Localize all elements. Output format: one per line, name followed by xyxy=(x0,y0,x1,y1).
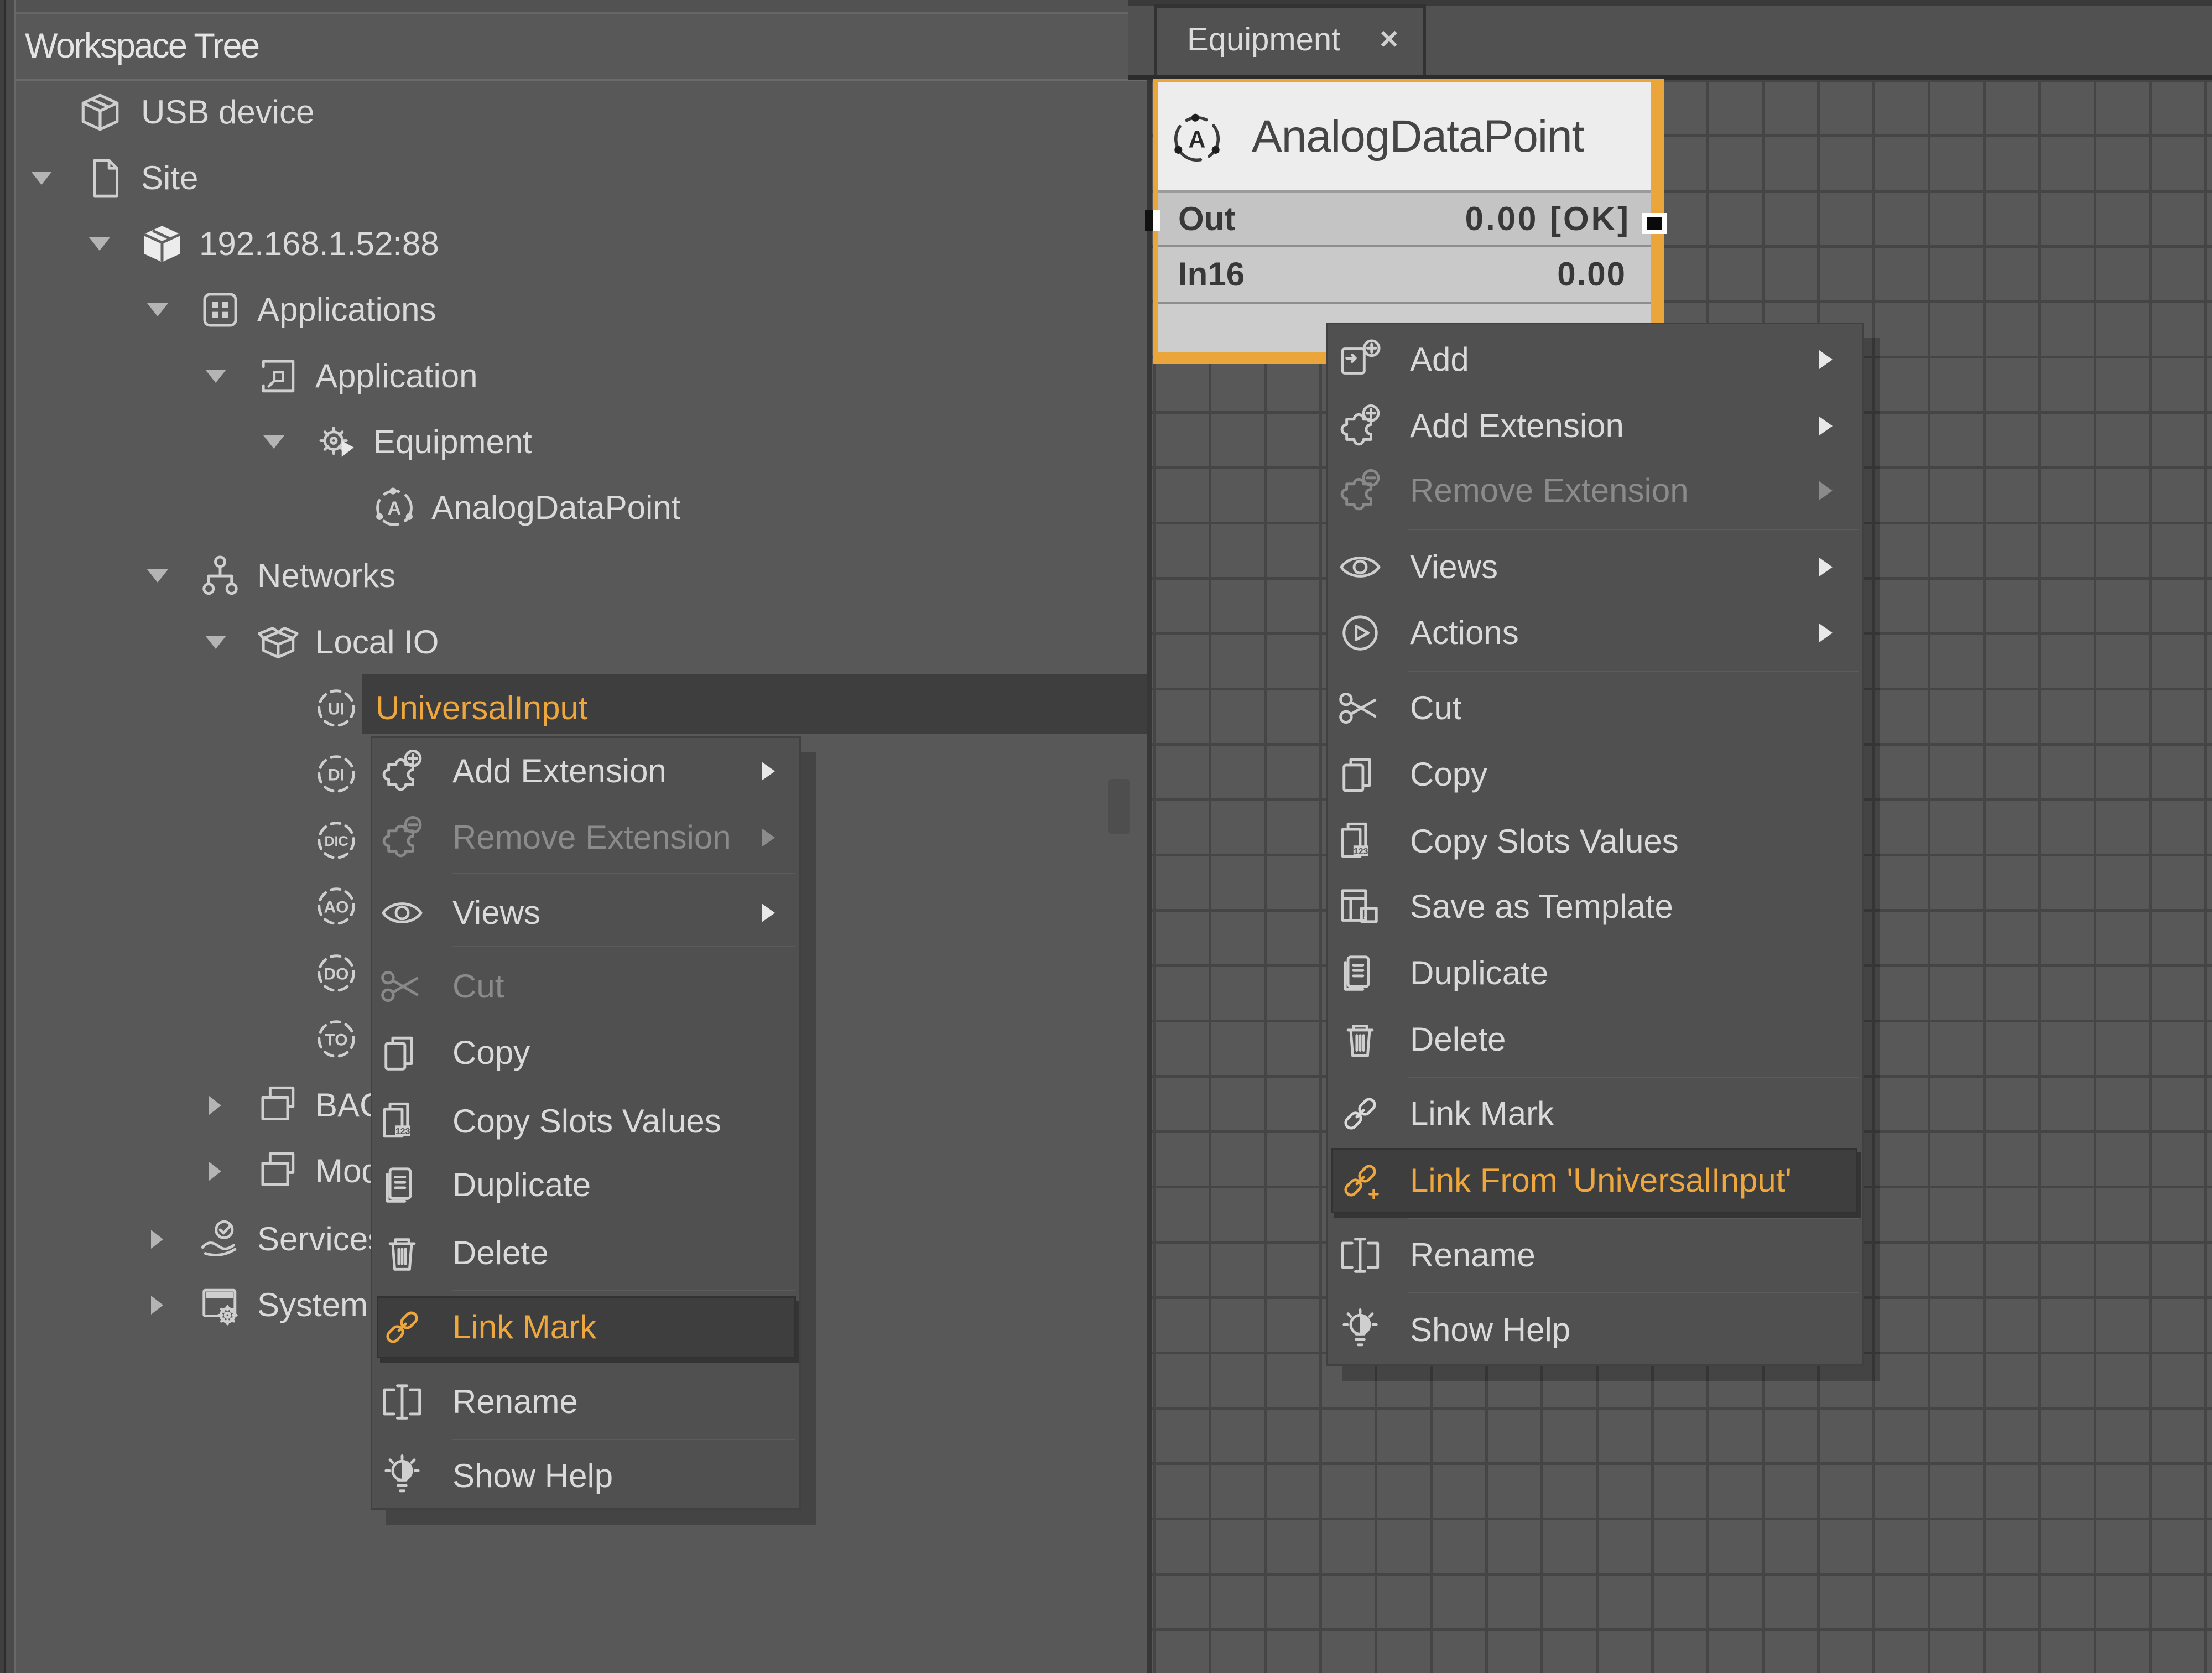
svg-text:123: 123 xyxy=(1354,847,1368,856)
svg-text:TO: TO xyxy=(325,1031,347,1049)
svg-text:A: A xyxy=(388,498,402,519)
svg-text:DIC: DIC xyxy=(324,834,348,849)
svg-text:UI: UI xyxy=(328,700,345,718)
svg-text:AO: AO xyxy=(324,898,349,916)
svg-text:123: 123 xyxy=(395,1127,410,1136)
svg-text:DO: DO xyxy=(324,965,349,983)
svg-text:DI: DI xyxy=(328,766,345,784)
svg-text:A: A xyxy=(1189,126,1206,153)
